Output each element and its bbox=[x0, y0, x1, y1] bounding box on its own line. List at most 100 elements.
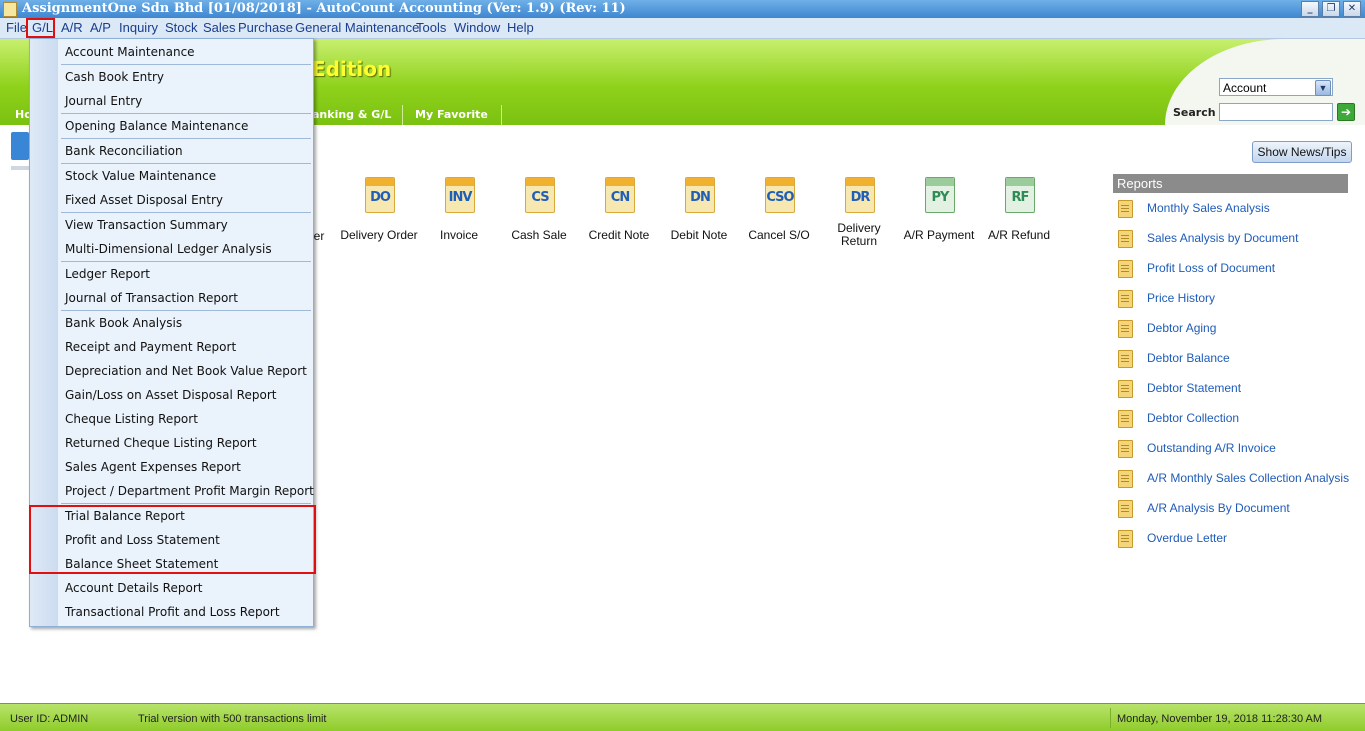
gl-menu-highlight bbox=[26, 18, 55, 38]
menu-window[interactable]: Window bbox=[454, 20, 500, 36]
menu-bar: File G/L A/R A/P Inquiry Stock Sales Pur… bbox=[0, 18, 1365, 39]
restore-button[interactable]: ❐ bbox=[1322, 1, 1340, 17]
report-document-icon bbox=[1118, 290, 1133, 308]
menu-item-journal-entry[interactable]: Journal Entry bbox=[65, 91, 142, 111]
report-link[interactable]: Debtor Balance bbox=[1147, 350, 1230, 366]
menu-ap[interactable]: A/P bbox=[90, 20, 111, 36]
menu-item-sales-agent-expenses-report[interactable]: Sales Agent Expenses Report bbox=[65, 457, 241, 477]
reports-header: Reports bbox=[1113, 174, 1348, 193]
menu-item-ledger-report[interactable]: Ledger Report bbox=[65, 264, 150, 284]
report-document-icon bbox=[1118, 230, 1133, 248]
report-document-icon bbox=[1118, 410, 1133, 428]
tab-my-favorite[interactable]: My Favorite bbox=[402, 105, 502, 125]
minimize-button[interactable]: _ bbox=[1301, 1, 1319, 17]
report-link[interactable]: A/R Monthly Sales Collection Analysis bbox=[1147, 470, 1349, 486]
menu-item-transactional-profit-and-loss-report[interactable]: Transactional Profit and Loss Report bbox=[65, 602, 280, 622]
menu-file[interactable]: File bbox=[6, 20, 27, 36]
menu-item-stock-value-maintenance[interactable]: Stock Value Maintenance bbox=[65, 166, 216, 186]
side-panel-toggle[interactable] bbox=[11, 132, 29, 160]
report-link[interactable]: Debtor Statement bbox=[1147, 380, 1241, 396]
menu-help[interactable]: Help bbox=[507, 20, 534, 36]
shortcut-cancel-so[interactable]: CSO Cancel S/O bbox=[739, 177, 819, 247]
menu-item-multi-dimensional-ledger-analysis[interactable]: Multi-Dimensional Ledger Analysis bbox=[65, 239, 272, 259]
report-document-icon bbox=[1118, 530, 1133, 548]
menu-item-account-details-report[interactable]: Account Details Report bbox=[65, 578, 202, 598]
menu-separator bbox=[61, 163, 311, 164]
document-icon: CN bbox=[605, 177, 635, 213]
shortcut-credit-note[interactable]: CN Credit Note bbox=[579, 177, 659, 247]
menu-purchase[interactable]: Purchase bbox=[238, 20, 293, 36]
menu-separator bbox=[61, 64, 311, 65]
menu-tools[interactable]: Tools bbox=[416, 20, 446, 36]
side-panel-bar bbox=[11, 166, 29, 170]
search-label: Search : bbox=[1173, 106, 1224, 119]
document-icon: INV bbox=[445, 177, 475, 213]
menu-item-receipt-and-payment-report[interactable]: Receipt and Payment Report bbox=[65, 337, 236, 357]
menu-item-depreciation-report[interactable]: Depreciation and Net Book Value Report bbox=[65, 361, 307, 381]
status-user-id: User ID: ADMIN bbox=[10, 713, 89, 725]
shortcut-delivery-return[interactable]: DR Delivery Return bbox=[819, 177, 899, 248]
menu-item-bank-reconciliation[interactable]: Bank Reconciliation bbox=[65, 141, 183, 161]
menu-separator bbox=[61, 113, 311, 114]
menu-item-project-department-profit-margin-report[interactable]: Project / Department Profit Margin Repor… bbox=[65, 481, 314, 501]
document-icon: DO bbox=[365, 177, 395, 213]
document-icon: PY bbox=[925, 177, 955, 213]
status-datetime: Monday, November 19, 2018 11:28:30 AM bbox=[1117, 713, 1323, 725]
shortcut-invoice[interactable]: INV Invoice bbox=[419, 177, 499, 247]
status-trial-info: Trial version with 500 transactions limi… bbox=[138, 713, 327, 725]
status-divider bbox=[1110, 708, 1111, 728]
report-link[interactable]: Debtor Aging bbox=[1147, 320, 1216, 336]
menu-item-view-transaction-summary[interactable]: View Transaction Summary bbox=[65, 215, 228, 235]
report-link[interactable]: Outstanding A/R Invoice bbox=[1147, 440, 1276, 456]
menu-item-account-maintenance[interactable]: Account Maintenance bbox=[65, 42, 195, 62]
report-link[interactable]: Sales Analysis by Document bbox=[1147, 230, 1298, 246]
menu-separator bbox=[61, 261, 311, 262]
shortcut-cash-sale[interactable]: CS Cash Sale bbox=[499, 177, 579, 247]
menu-item-bank-book-analysis[interactable]: Bank Book Analysis bbox=[65, 313, 182, 333]
shortcut-ar-refund[interactable]: RF A/R Refund bbox=[979, 177, 1059, 247]
report-link[interactable]: Debtor Collection bbox=[1147, 410, 1239, 426]
document-icon: CS bbox=[525, 177, 555, 213]
report-document-icon bbox=[1118, 260, 1133, 278]
report-link[interactable]: Overdue Letter bbox=[1147, 530, 1227, 546]
menu-item-journal-of-transaction-report[interactable]: Journal of Transaction Report bbox=[65, 288, 238, 308]
menu-item-returned-cheque-listing-report[interactable]: Returned Cheque Listing Report bbox=[65, 433, 257, 453]
menu-separator bbox=[61, 310, 311, 311]
show-news-tips-button[interactable]: Show News/Tips bbox=[1252, 141, 1352, 163]
menu-item-fixed-asset-disposal-entry[interactable]: Fixed Asset Disposal Entry bbox=[65, 190, 223, 210]
arrow-right-icon: ➔ bbox=[1340, 105, 1352, 119]
window-title: AssignmentOne Sdn Bhd [01/08/2018] - Aut… bbox=[22, 1, 626, 16]
menu-item-cheque-listing-report[interactable]: Cheque Listing Report bbox=[65, 409, 198, 429]
window-controls: _ ❐ ✕ bbox=[1301, 1, 1361, 17]
search-go-button[interactable]: ➔ bbox=[1337, 103, 1355, 121]
shortcut-delivery-order[interactable]: DO Delivery Order bbox=[339, 177, 419, 247]
search-input[interactable] bbox=[1219, 103, 1333, 121]
menu-general-maintenance[interactable]: General Maintenance bbox=[295, 20, 419, 36]
shortcut-debit-note[interactable]: DN Debit Note bbox=[659, 177, 739, 247]
document-icon: DR bbox=[845, 177, 875, 213]
report-document-icon bbox=[1118, 440, 1133, 458]
search-category-select[interactable]: Account ▼ bbox=[1219, 78, 1333, 96]
shortcut-ar-payment[interactable]: PY A/R Payment bbox=[899, 177, 979, 247]
report-link[interactable]: Profit Loss of Document bbox=[1147, 260, 1275, 276]
report-link[interactable]: Monthly Sales Analysis bbox=[1147, 200, 1270, 216]
report-link[interactable]: Price History bbox=[1147, 290, 1215, 306]
menu-inquiry[interactable]: Inquiry bbox=[119, 20, 158, 36]
edition-title: Edition bbox=[312, 57, 392, 81]
menu-item-gain-loss-asset-disposal-report[interactable]: Gain/Loss on Asset Disposal Report bbox=[65, 385, 276, 405]
search-category-value: Account bbox=[1223, 81, 1267, 95]
report-document-icon bbox=[1118, 500, 1133, 518]
close-button[interactable]: ✕ bbox=[1343, 1, 1361, 17]
chevron-down-icon[interactable]: ▼ bbox=[1315, 80, 1331, 96]
menu-separator bbox=[61, 212, 311, 213]
financial-reports-highlight bbox=[29, 505, 316, 574]
menu-ar[interactable]: A/R bbox=[61, 20, 83, 36]
report-document-icon bbox=[1118, 350, 1133, 368]
menu-sales[interactable]: Sales bbox=[203, 20, 236, 36]
menu-item-opening-balance-maintenance[interactable]: Opening Balance Maintenance bbox=[65, 116, 248, 136]
menu-stock[interactable]: Stock bbox=[165, 20, 198, 36]
report-link[interactable]: A/R Analysis By Document bbox=[1147, 500, 1290, 516]
report-document-icon bbox=[1118, 380, 1133, 398]
menu-item-cash-book-entry[interactable]: Cash Book Entry bbox=[65, 67, 164, 87]
tab-banking-gl[interactable]: anking & G/L bbox=[312, 105, 391, 125]
